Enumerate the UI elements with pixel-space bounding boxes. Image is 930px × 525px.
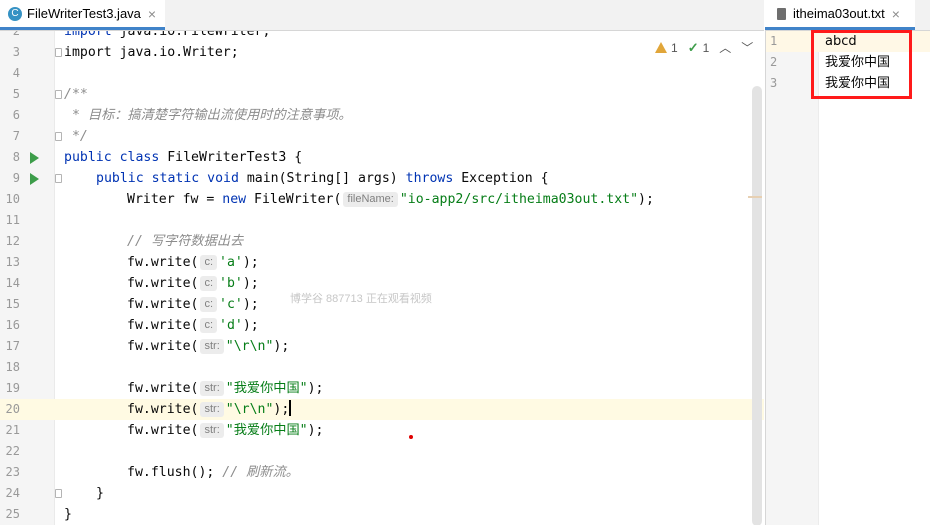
code-line-current[interactable]: 20 fw.write(str: "\r\n"); xyxy=(0,399,764,420)
code-line[interactable]: 12 // 写字符数据出去 xyxy=(0,231,764,252)
code-line[interactable]: 19 fw.write(str: "我爱你中国"); xyxy=(0,378,764,399)
tab-itheima03out[interactable]: itheima03out.txt × xyxy=(765,0,915,30)
param-hint: c: xyxy=(200,255,218,270)
param-hint: str: xyxy=(200,381,224,396)
code-line[interactable]: 17 fw.write(str: "\r\n"); xyxy=(0,336,764,357)
code-line[interactable]: 9 public static void main(String[] args)… xyxy=(0,168,764,189)
tab-label: itheima03out.txt xyxy=(793,6,885,21)
red-dot xyxy=(409,435,413,439)
param-hint: str: xyxy=(200,423,224,438)
code-line[interactable]: 18 xyxy=(0,357,764,378)
param-hint: fileName: xyxy=(343,192,398,207)
tab-label: FileWriterTest3.java xyxy=(27,6,141,21)
code-line[interactable]: 22 xyxy=(0,441,764,462)
warning-icon xyxy=(655,42,667,53)
code-editor[interactable]: 2 import java.io.FileWriter; 3 import ja… xyxy=(0,31,764,525)
code-line[interactable]: 11 xyxy=(0,210,764,231)
code-line[interactable]: 16 fw.write(c:'d'); xyxy=(0,315,764,336)
code-line[interactable]: 21 fw.write(str: "我爱你中国"); xyxy=(0,420,764,441)
code-line[interactable]: 24 } xyxy=(0,483,764,504)
chevron-up-icon[interactable]: ︿ xyxy=(719,39,731,56)
code-line[interactable]: 13 fw.write(c:'a'); xyxy=(0,252,764,273)
code-line[interactable]: 25 } xyxy=(0,504,764,525)
chevron-down-icon[interactable]: ﹀ xyxy=(741,39,753,56)
check-icon: ✓ xyxy=(687,39,699,55)
code-line[interactable]: 10 Writer fw = new FileWriter(fileName: "… xyxy=(0,189,764,210)
text-cursor xyxy=(289,400,292,416)
param-hint: c: xyxy=(200,318,218,333)
code-line[interactable]: 3 import java.io.Writer; xyxy=(0,42,764,63)
code-line[interactable]: 5 /** xyxy=(0,84,764,105)
code-line[interactable]: 8 public class FileWriterTest3 { xyxy=(0,147,764,168)
run-icon[interactable] xyxy=(30,173,39,185)
code-line[interactable]: 6 * 目标：搞清楚字符输出流使用时的注意事项。 xyxy=(0,105,764,126)
scroll-marker xyxy=(748,196,762,198)
tab-filewritertest3[interactable]: C FileWriterTest3.java × xyxy=(0,0,165,30)
ok-count: 1 xyxy=(702,40,710,55)
param-hint: c: xyxy=(200,297,218,312)
inspection-widget[interactable]: 1 ✓ 1 ︿ ﹀ xyxy=(655,39,753,56)
right-tab-bar: itheima03out.txt × xyxy=(765,0,930,31)
warning-count: 1 xyxy=(671,40,678,55)
close-icon[interactable]: × xyxy=(148,6,156,22)
text-editor[interactable]: 1 abcd 2 我爱你中国 3 我爱你中国 xyxy=(765,31,930,525)
fold-icon[interactable] xyxy=(55,489,62,498)
close-icon[interactable]: × xyxy=(892,6,900,22)
code-line[interactable]: 2 import java.io.FileWriter; xyxy=(0,31,764,42)
editor-gutter xyxy=(766,31,819,525)
code-line[interactable]: 7 */ xyxy=(0,126,764,147)
java-class-icon: C xyxy=(8,6,22,21)
fold-icon[interactable] xyxy=(55,174,62,183)
code-line[interactable]: 4 xyxy=(0,63,764,84)
highlight-box xyxy=(811,30,912,99)
watermark: 博学谷 887713 正在观看视频 xyxy=(290,293,432,305)
fold-icon[interactable] xyxy=(55,132,62,141)
vertical-scrollbar[interactable] xyxy=(752,86,762,525)
fold-icon[interactable] xyxy=(55,48,62,57)
param-hint: c: xyxy=(200,276,218,291)
code-line[interactable]: 23 fw.flush(); // 刷新流。 xyxy=(0,462,764,483)
fold-icon[interactable] xyxy=(55,90,62,99)
text-file-icon xyxy=(777,7,786,20)
run-icon[interactable] xyxy=(30,152,39,164)
param-hint: str: xyxy=(200,402,224,417)
left-tab-bar: C FileWriterTest3.java × xyxy=(0,0,764,31)
param-hint: str: xyxy=(200,339,224,354)
